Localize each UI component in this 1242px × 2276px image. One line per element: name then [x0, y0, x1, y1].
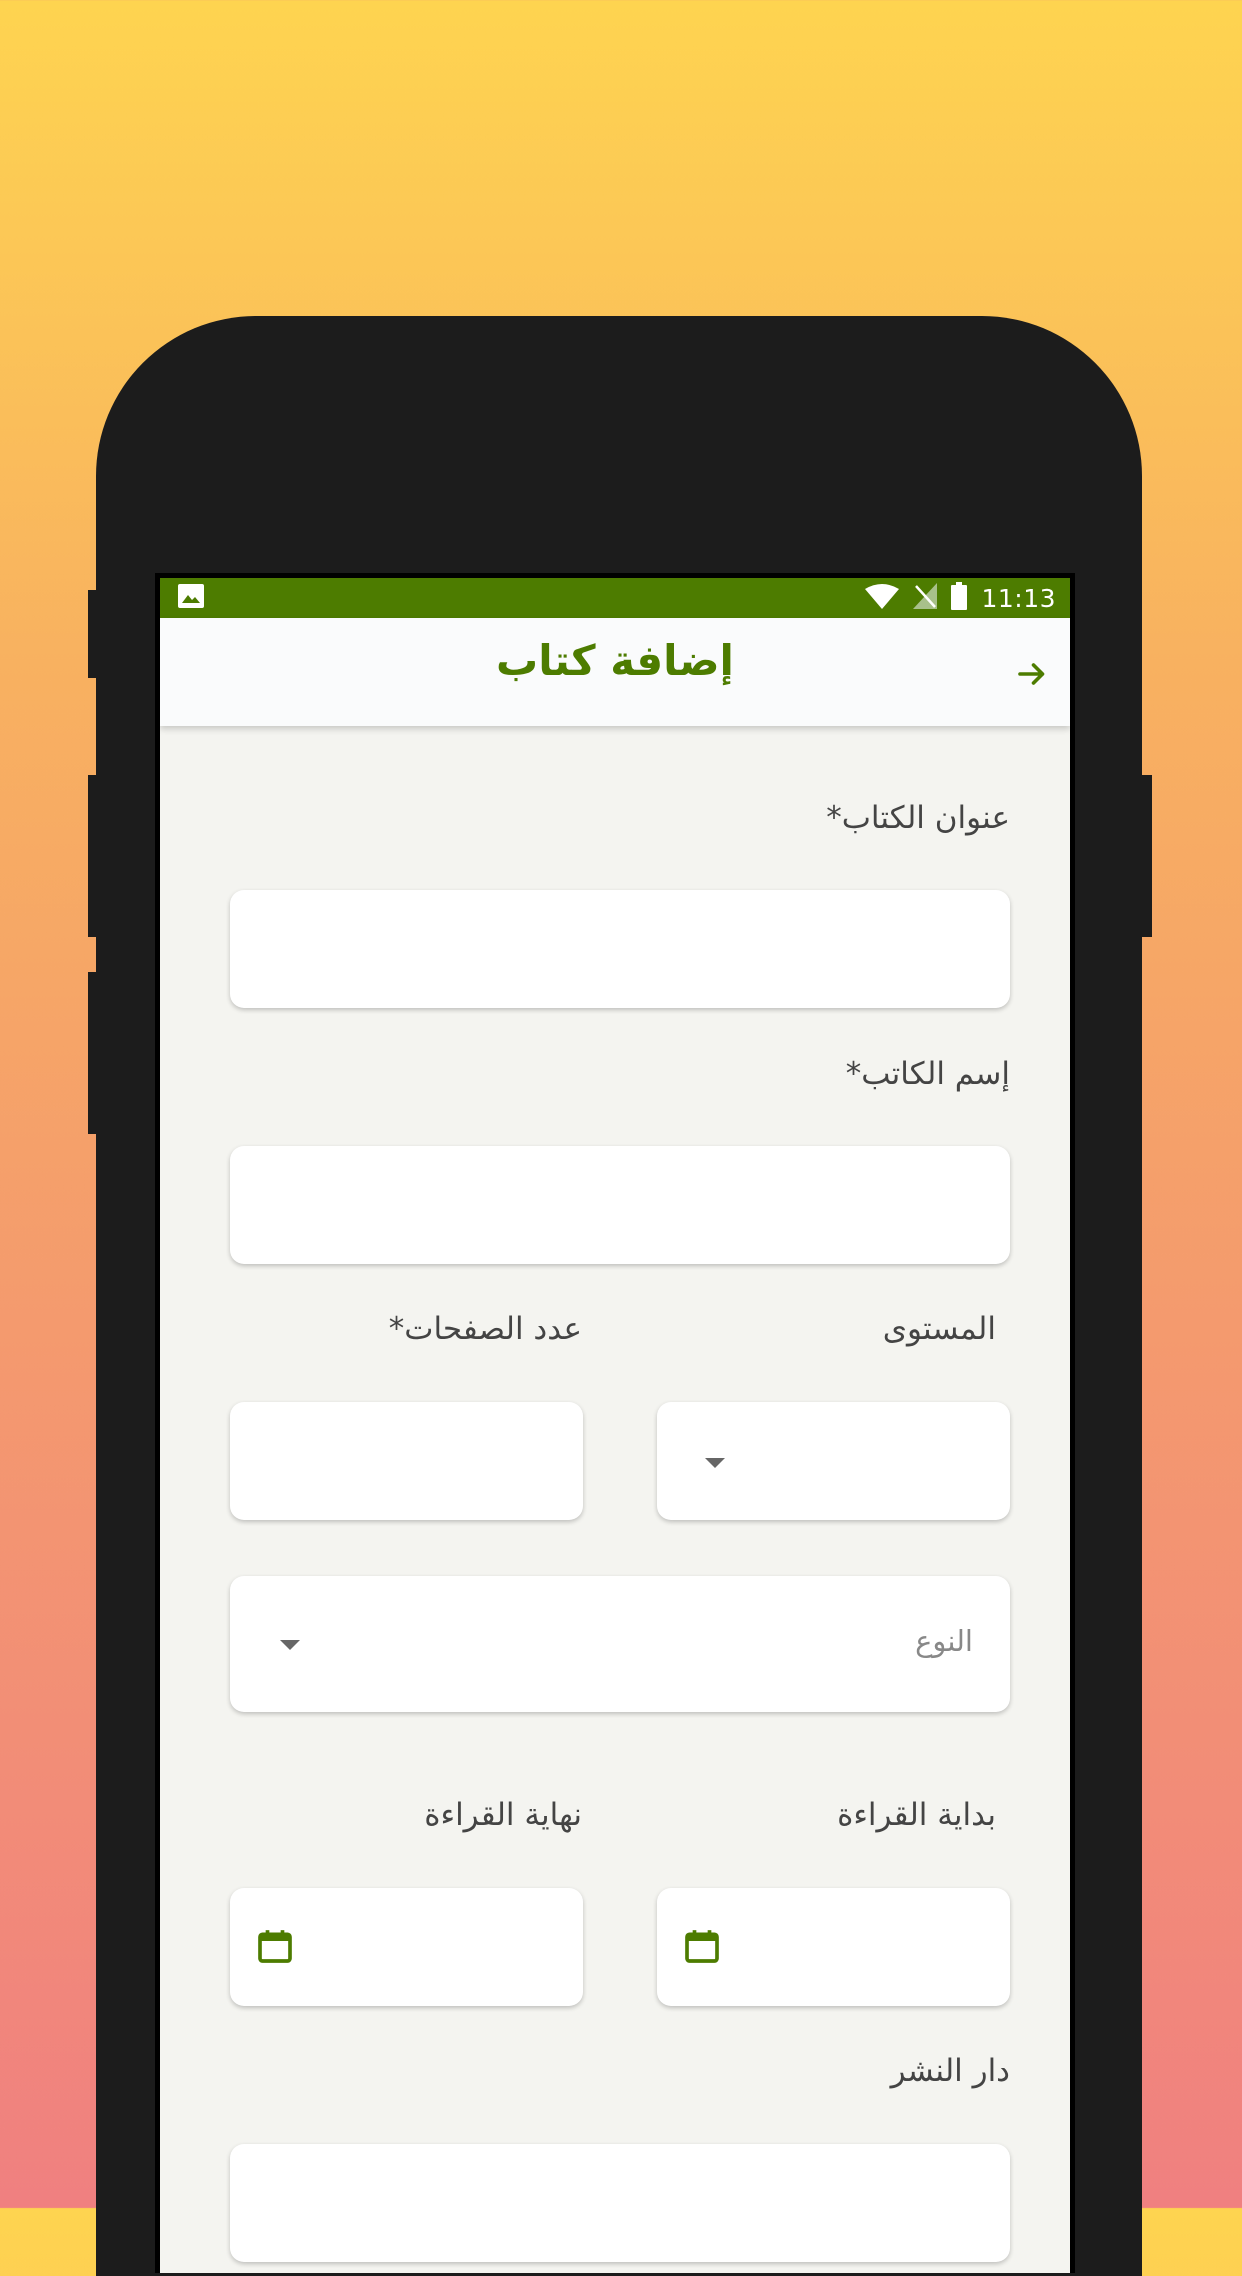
status-bar: 11:13	[160, 578, 1070, 618]
wifi-icon	[865, 583, 900, 613]
status-time: 11:13	[981, 583, 1056, 613]
chevron-down-icon	[705, 1458, 725, 1468]
phone-side-button	[1140, 775, 1152, 937]
reading-end-field[interactable]	[230, 1888, 583, 2006]
phone-side-button	[88, 775, 100, 937]
author-field[interactable]	[230, 1146, 1010, 1264]
arrow-right-icon	[1018, 663, 1045, 685]
genre-dropdown[interactable]: النوع	[230, 1576, 1010, 1712]
image-icon	[178, 584, 204, 612]
pages-label: عدد الصفحات*	[388, 1311, 582, 1347]
book-title-field[interactable]	[230, 890, 1010, 1008]
pages-field[interactable]	[230, 1402, 583, 1520]
reading-start-label: بداية القراءة	[837, 1797, 996, 1833]
publisher-field[interactable]	[230, 2144, 1010, 2262]
page-title: إضافة كتاب	[496, 636, 734, 685]
phone-side-button	[88, 972, 100, 1134]
phone-screen: 11:13 إضافة كتاب عنوان الكتاب* إسم الكات…	[155, 573, 1075, 2273]
genre-placeholder: النوع	[915, 1624, 973, 1658]
phone-side-button	[88, 590, 100, 678]
reading-start-field[interactable]	[657, 1888, 1010, 2006]
level-dropdown[interactable]	[657, 1402, 1010, 1520]
author-label: إسم الكاتب*	[845, 1056, 1010, 1092]
battery-icon	[951, 582, 968, 614]
no-signal-icon	[913, 583, 938, 613]
chevron-down-icon	[280, 1640, 300, 1650]
publisher-label: دار النشر	[890, 2053, 1010, 2089]
calendar-icon[interactable]	[682, 1926, 722, 1966]
level-label: المستوى	[882, 1311, 996, 1347]
reading-end-label: نهاية القراءة	[424, 1797, 582, 1833]
book-title-label: عنوان الكتاب*	[826, 800, 1010, 836]
app-bar: إضافة كتاب	[160, 618, 1070, 726]
app-screen: 11:13 إضافة كتاب عنوان الكتاب* إسم الكات…	[160, 578, 1070, 2273]
calendar-icon[interactable]	[255, 1926, 295, 1966]
back-button[interactable]	[1008, 650, 1056, 698]
